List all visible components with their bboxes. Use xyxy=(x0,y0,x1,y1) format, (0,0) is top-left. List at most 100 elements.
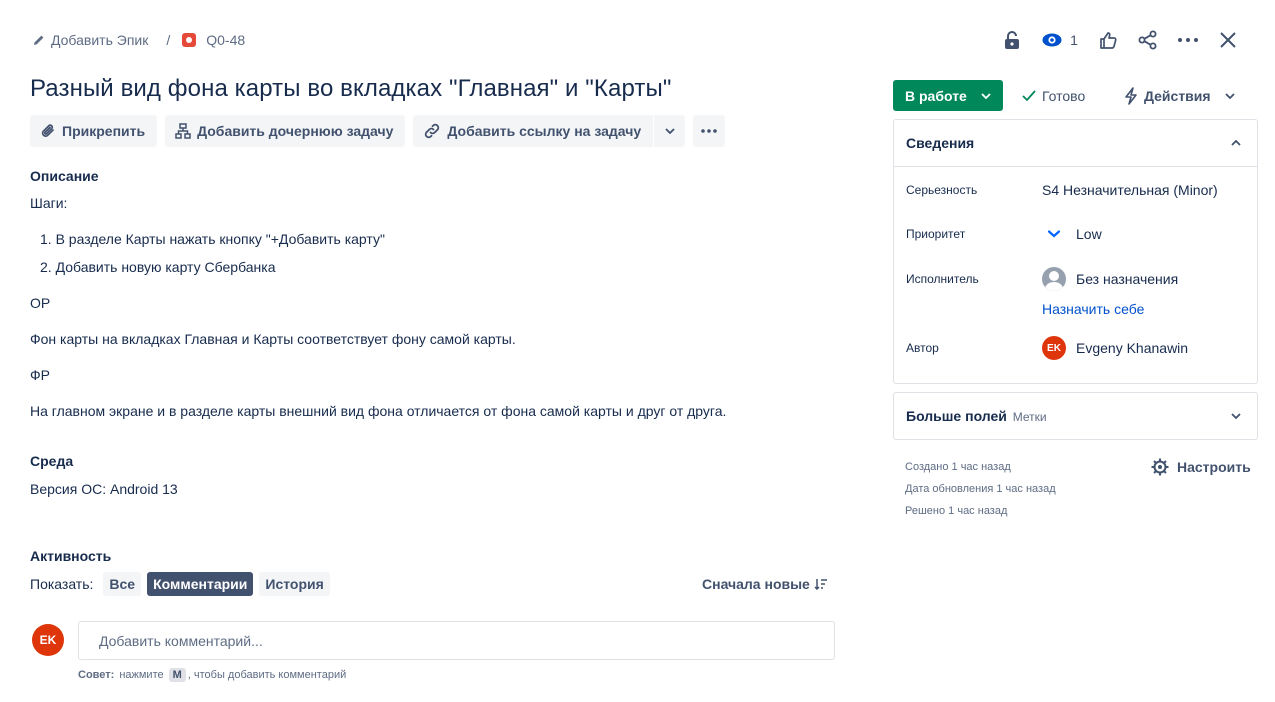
activity-heading: Активность xyxy=(30,548,112,564)
comment-input[interactable]: Добавить комментарий... xyxy=(78,621,835,660)
reporter-value-wrap[interactable]: EK Evgeny Khanawin xyxy=(1042,336,1188,360)
environment-heading: Среда xyxy=(30,453,74,469)
issue-title[interactable]: Разный вид фона карты во вкладках "Главн… xyxy=(30,75,671,103)
severity-value[interactable]: S4 Незначительная (Minor) xyxy=(1042,182,1218,198)
priority-value-wrap[interactable]: Low xyxy=(1042,226,1102,242)
ellipsis-icon xyxy=(701,129,717,133)
breadcrumb-separator: / xyxy=(166,32,171,48)
expected-result-text: Фон карты на вкладках Главная и Карты со… xyxy=(30,331,516,347)
priority-label: Приоритет xyxy=(906,227,966,241)
comment-placeholder: Добавить комментарий... xyxy=(99,632,263,649)
description-steps-label: Шаги: xyxy=(30,195,68,211)
priority-value: Low xyxy=(1076,226,1102,242)
add-child-issue-button[interactable]: Добавить дочернюю задачу xyxy=(165,115,406,147)
actions-dropdown[interactable]: Действия xyxy=(1124,80,1235,111)
add-child-issue-label: Добавить дочернюю задачу xyxy=(197,123,394,139)
actual-result-text: На главном экране и в разделе карты внеш… xyxy=(30,403,727,419)
updated-date: Дата обновления 1 час назад xyxy=(905,483,1056,495)
unassigned-avatar-icon xyxy=(1042,267,1066,291)
tip-bold: Совет: xyxy=(78,669,115,681)
actual-result-label: ФР xyxy=(30,367,50,383)
reporter-value: Evgeny Khanawin xyxy=(1076,340,1189,356)
more-actions-button[interactable] xyxy=(1168,26,1208,54)
list-item: 2. Добавить новую карту Сбербанка xyxy=(40,259,276,275)
chevron-down-icon xyxy=(981,92,991,99)
issue-toolbar: Прикрепить Добавить дочернюю задачу Доба… xyxy=(30,115,726,147)
chevron-down-icon xyxy=(1231,413,1241,419)
configure-button[interactable]: Настроить xyxy=(1151,458,1251,476)
chevron-up-icon xyxy=(1231,140,1241,146)
reporter-label: Автор xyxy=(906,341,939,355)
attach-button[interactable]: Прикрепить xyxy=(30,115,158,147)
issue-top-actions: 1 xyxy=(992,26,1248,54)
thumbs-up-icon xyxy=(1099,31,1117,49)
actions-label: Действия xyxy=(1144,87,1211,104)
link-options-dropdown[interactable] xyxy=(653,115,685,147)
more-fields-title: Больше полей Метки xyxy=(906,408,1047,424)
chevron-down-icon xyxy=(665,128,675,134)
severity-field: Серьезность S4 Незначительная (Minor) xyxy=(906,182,1218,198)
details-header[interactable]: Сведения xyxy=(894,120,1257,166)
attach-label: Прикрепить xyxy=(62,123,146,139)
details-panel: Сведения Серьезность S4 Незначительная (… xyxy=(893,119,1258,384)
assignee-field: Исполнитель Без назначения xyxy=(906,267,1178,291)
activity-filter: Показать: Все Комментарии История xyxy=(30,572,330,596)
expected-result-label: ОР xyxy=(30,295,51,311)
more-fields-sub: Метки xyxy=(1012,410,1047,424)
resolved-date: Решено 1 час назад xyxy=(905,505,1008,517)
created-date: Создано 1 час назад xyxy=(905,461,1011,473)
add-issue-link-label: Добавить ссылку на задачу xyxy=(447,123,642,139)
comment-tip: Совет: нажмите M , чтобы добавить коммен… xyxy=(78,668,346,682)
filter-comments[interactable]: Комментарии xyxy=(147,572,254,596)
done-transition-button[interactable]: Готово xyxy=(1022,80,1085,111)
paperclip-icon xyxy=(40,123,56,139)
filter-history[interactable]: История xyxy=(259,572,330,596)
reporter-avatar: EK xyxy=(1042,336,1066,360)
link-icon xyxy=(423,122,441,140)
filter-all[interactable]: Все xyxy=(103,572,142,596)
hierarchy-icon xyxy=(175,123,191,139)
add-issue-link-button[interactable]: Добавить ссылку на задачу xyxy=(413,115,686,147)
chevron-down-icon xyxy=(1224,92,1235,99)
share-button[interactable] xyxy=(1128,26,1168,54)
share-icon xyxy=(1138,30,1158,50)
assignee-value: Без назначения xyxy=(1076,271,1179,287)
pencil-icon xyxy=(33,34,45,46)
show-label: Показать: xyxy=(30,576,94,592)
add-epic-link[interactable]: Добавить Эпик xyxy=(51,32,148,48)
current-user-avatar: EK xyxy=(32,624,64,656)
watch-button[interactable]: 1 xyxy=(1032,26,1088,54)
assignee-label: Исполнитель xyxy=(906,272,979,286)
breadcrumb: Добавить Эпик / Q0-48 xyxy=(33,30,245,50)
reporter-field: Автор EK Evgeny Khanawin xyxy=(906,336,1188,360)
more-fields-panel[interactable]: Больше полей Метки xyxy=(893,392,1258,440)
sort-order-button[interactable]: Сначала новые xyxy=(702,576,828,592)
close-icon xyxy=(1220,32,1236,48)
tip-post: , чтобы добавить комментарий xyxy=(187,669,347,681)
eye-icon xyxy=(1042,33,1062,47)
configure-label: Настроить xyxy=(1177,459,1251,475)
priority-field: Приоритет Low xyxy=(906,226,1102,242)
assign-to-me-link[interactable]: Назначить себе xyxy=(1042,301,1144,317)
severity-label: Серьезность xyxy=(906,183,978,197)
assignee-value-wrap[interactable]: Без назначения xyxy=(1042,267,1178,291)
tip-pre: нажмите xyxy=(119,669,164,681)
more-fields-header[interactable]: Больше полей Метки xyxy=(894,393,1257,439)
issue-key-link[interactable]: Q0-48 xyxy=(206,32,245,48)
assign-to-me-row: Назначить себе xyxy=(1042,301,1144,317)
lightning-icon xyxy=(1124,86,1138,105)
check-icon xyxy=(1022,89,1036,102)
toolbar-more-button[interactable] xyxy=(693,115,726,147)
done-label: Готово xyxy=(1042,87,1086,104)
list-item: 1. В разделе Карты нажать кнопку "+Добав… xyxy=(40,231,385,247)
bug-icon xyxy=(182,33,197,47)
watch-count: 1 xyxy=(1070,32,1078,48)
environment-value[interactable]: Версия ОС: Android 13 xyxy=(30,481,178,497)
lock-button[interactable] xyxy=(992,26,1032,54)
close-button[interactable] xyxy=(1208,26,1248,54)
ellipsis-icon xyxy=(1178,38,1198,42)
sort-descending-icon xyxy=(814,578,828,590)
description-heading: Описание xyxy=(30,168,99,184)
status-dropdown[interactable]: В работе xyxy=(893,80,1003,111)
like-button[interactable] xyxy=(1088,26,1128,54)
